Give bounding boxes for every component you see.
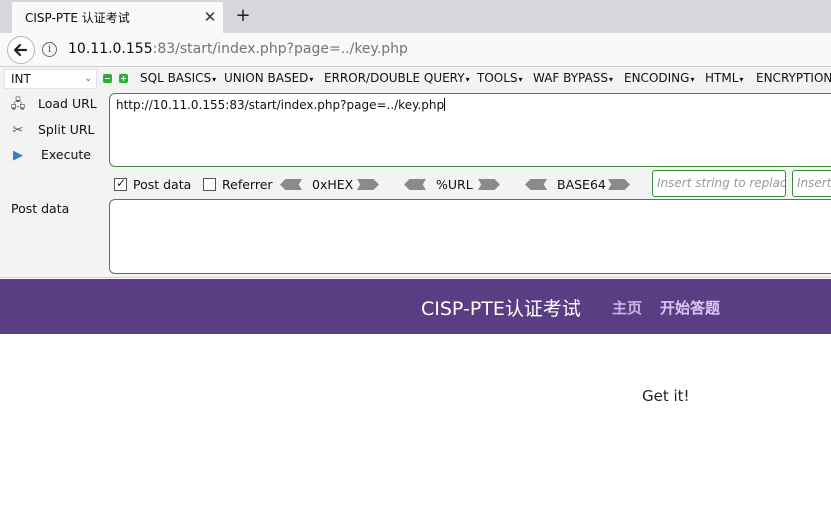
select-value: INT [11, 72, 31, 86]
decrease-icon[interactable] [103, 74, 112, 83]
hex-encode-arrow-icon[interactable] [357, 179, 379, 190]
menu-union-based[interactable]: UNION BASED [224, 71, 313, 85]
back-arrow-icon [13, 43, 28, 57]
site-brand[interactable]: CISP-PTE认证考试 [421, 294, 581, 321]
new-tab-icon[interactable]: + [232, 5, 254, 27]
site-header: CISP-PTE认证考试 主页 开始答题 [0, 279, 831, 334]
post-data-checkbox-label: Post data [133, 177, 192, 192]
post-data-checkbox[interactable] [114, 176, 127, 191]
load-url-label: Load URL [38, 96, 97, 111]
back-button[interactable] [7, 36, 35, 64]
url-encode-label: %URL [436, 177, 473, 192]
text-caret [444, 98, 446, 111]
url-encode-arrow-icon[interactable] [478, 179, 500, 190]
browser-tab[interactable]: CISP-PTE 认证考试 ✕ [12, 2, 223, 33]
menu-encryption[interactable]: ENCRYPTION [756, 71, 831, 85]
referrer-checkbox[interactable] [203, 178, 216, 191]
injection-type-select[interactable]: INT ⌄ [4, 69, 97, 89]
hackbar-panel: INT ⌄ SQL BASICS UNION BASED ERROR/DOUBL… [0, 67, 831, 278]
url-decode-arrow-icon[interactable] [404, 179, 426, 190]
base64-label: BASE64 [557, 177, 606, 192]
menu-tools[interactable]: TOOLS [477, 71, 523, 85]
tab-strip: CISP-PTE 认证考试 ✕ + [0, 0, 831, 33]
url-textarea[interactable]: http://10.11.0.155:83/start/index.php?pa… [109, 93, 831, 167]
execute-label: Execute [41, 147, 91, 162]
base64-encode-arrow-icon[interactable] [608, 179, 630, 190]
base64-decode-arrow-icon[interactable] [525, 179, 547, 190]
split-url-label: Split URL [38, 122, 95, 137]
menu-html[interactable]: HTML [705, 71, 743, 85]
load-url-icon: 🖧 [10, 97, 26, 112]
execute-button[interactable]: ▶ Execute [8, 145, 103, 167]
tab-title: CISP-PTE 认证考试 [25, 11, 130, 25]
post-data-label: Post data [11, 201, 70, 216]
execute-icon: ▶ [13, 148, 23, 163]
url-textarea-value: http://10.11.0.155:83/start/index.php?pa… [116, 98, 445, 112]
split-url-icon: ✂ [12, 123, 24, 138]
nav-home-link[interactable]: 主页 [612, 297, 642, 318]
url-path: :83/start/index.php?page=../key.php [152, 41, 408, 57]
menu-error-double-query[interactable]: ERROR/DOUBLE QUERY [324, 71, 470, 85]
split-url-button[interactable]: ✂ Split URL [8, 120, 103, 142]
menu-encoding[interactable]: ENCODING [624, 71, 694, 85]
result-message: Get it! [642, 387, 690, 405]
url-host: 10.11.0.155 [68, 41, 153, 57]
nav-start-quiz-link[interactable]: 开始答题 [660, 297, 720, 318]
referrer-checkbox-label: Referrer [222, 177, 273, 192]
address-bar[interactable]: 10.11.0.155:83/start/index.php?page=../k… [68, 41, 408, 57]
increase-icon[interactable] [119, 74, 128, 83]
menu-waf-bypass[interactable]: WAF BYPASS [533, 71, 613, 85]
replace-with-input[interactable]: Insert [792, 170, 831, 197]
chevron-down-icon: ⌄ [84, 74, 92, 84]
replace-string-input[interactable]: Insert string to replace [652, 170, 786, 197]
hex-decode-arrow-icon[interactable] [280, 179, 302, 190]
tab-close-icon[interactable]: ✕ [200, 7, 220, 27]
post-data-textarea[interactable] [109, 199, 831, 274]
hex-label: 0xHEX [312, 177, 354, 192]
hackbar-toolbar: INT ⌄ SQL BASICS UNION BASED ERROR/DOUBL… [0, 67, 831, 91]
info-icon[interactable]: i [42, 42, 57, 57]
load-url-button[interactable]: 🖧 Load URL [8, 94, 103, 116]
menu-sql-basics[interactable]: SQL BASICS [140, 71, 216, 85]
navigation-bar: i 10.11.0.155:83/start/index.php?page=..… [0, 33, 831, 67]
